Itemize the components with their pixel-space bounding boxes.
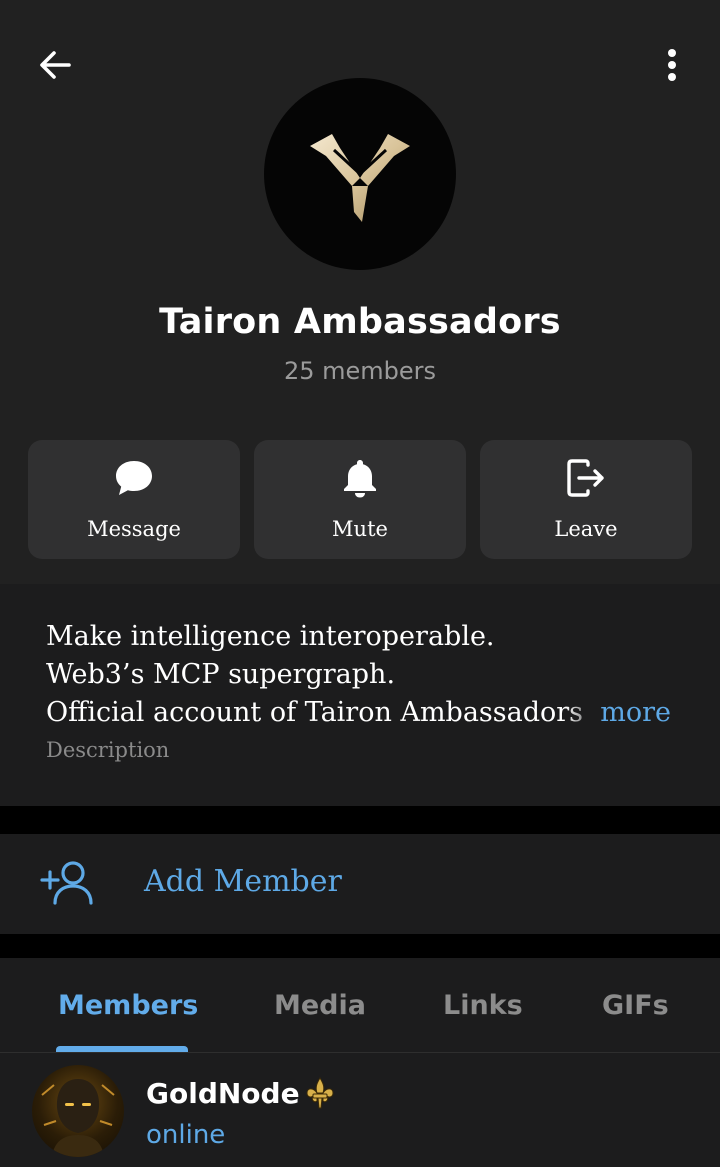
tab-links[interactable]: Links bbox=[443, 990, 523, 1021]
avatar bbox=[32, 1065, 124, 1157]
leave-icon bbox=[567, 459, 604, 497]
tab-members[interactable]: Members bbox=[58, 990, 198, 1021]
tairon-logo bbox=[310, 134, 410, 222]
description-line-text: Official account of Tairon Ambassadors bbox=[46, 697, 584, 728]
add-member-row[interactable]: Add Member bbox=[0, 834, 720, 934]
description-text[interactable]: Make intelligence interoperable. Web3’s … bbox=[46, 618, 686, 732]
leave-label: Leave bbox=[554, 517, 618, 541]
group-avatar[interactable] bbox=[264, 78, 456, 270]
chat-bubble-icon bbox=[116, 461, 152, 495]
add-member-label: Add Member bbox=[144, 864, 342, 899]
member-status: online bbox=[146, 1120, 226, 1150]
mute-label: Mute bbox=[332, 517, 388, 541]
member-count: 25 members bbox=[283, 357, 437, 385]
more-options-button[interactable] bbox=[648, 40, 696, 90]
more-vertical-icon bbox=[668, 49, 676, 81]
chat-title: Tairon Ambassadors bbox=[159, 302, 561, 342]
member-name: GoldNode bbox=[146, 1075, 338, 1111]
message-label: Message bbox=[87, 517, 181, 541]
back-button[interactable] bbox=[30, 40, 80, 90]
profile-header: Tairon Ambassadors 25 members Message Mu… bbox=[0, 0, 720, 584]
avatar-portrait bbox=[41, 1079, 115, 1157]
mute-button[interactable]: Mute bbox=[254, 440, 466, 559]
leave-button[interactable]: Leave bbox=[480, 440, 692, 559]
member-name-text: GoldNode bbox=[146, 1076, 300, 1110]
description-caption: Description bbox=[46, 738, 170, 762]
add-user-icon bbox=[40, 861, 93, 905]
tab-media[interactable]: Media bbox=[274, 990, 366, 1021]
bell-icon bbox=[344, 460, 376, 498]
list-item[interactable]: GoldNode online bbox=[0, 1053, 720, 1167]
description-line: Make intelligence interoperable. bbox=[46, 621, 495, 652]
message-button[interactable]: Message bbox=[28, 440, 240, 559]
description-line-truncated: Official account of Tairon Ambassadors mo… bbox=[46, 694, 686, 732]
description-line: Web3’s MCP supergraph. bbox=[46, 659, 396, 690]
fleur-de-lis-icon bbox=[306, 1077, 334, 1109]
more-link[interactable]: more bbox=[566, 694, 671, 732]
arrow-left-icon bbox=[40, 51, 71, 79]
tab-gifs[interactable]: GIFs bbox=[602, 990, 669, 1021]
